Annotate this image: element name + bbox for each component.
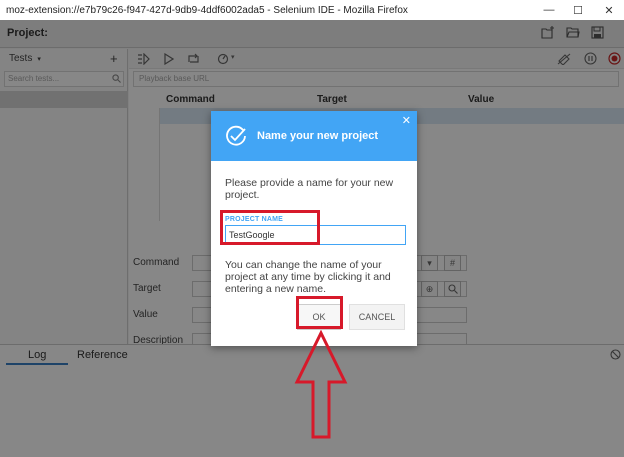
- window-title: moz-extension://e7b79c26-f947-427d-9db9-…: [6, 4, 408, 16]
- project-name-highlight-box: [220, 210, 320, 245]
- window-titlebar: moz-extension://e7b79c26-f947-427d-9db9-…: [0, 0, 624, 20]
- maximize-button[interactable]: ☐: [563, 0, 593, 20]
- close-icon: ✕: [604, 4, 614, 17]
- ok-button-highlight-box: [296, 296, 343, 329]
- minimize-button[interactable]: —: [534, 0, 564, 20]
- minimize-icon: —: [543, 4, 555, 16]
- dialog-title: Name your new project: [257, 130, 379, 142]
- dialog-header: Name your new project ✕: [211, 111, 417, 161]
- dialog-note: You can change the name of your project …: [225, 259, 391, 295]
- maximize-icon: ☐: [573, 4, 583, 17]
- checkmark-circle-icon: [226, 125, 246, 146]
- close-window-button[interactable]: ✕: [594, 0, 624, 20]
- close-dialog-button[interactable]: ✕: [402, 114, 411, 127]
- up-arrow-annotation: [294, 330, 348, 439]
- cancel-button[interactable]: CANCEL: [349, 304, 405, 330]
- dialog-description: Please provide a name for your new proje…: [225, 177, 394, 201]
